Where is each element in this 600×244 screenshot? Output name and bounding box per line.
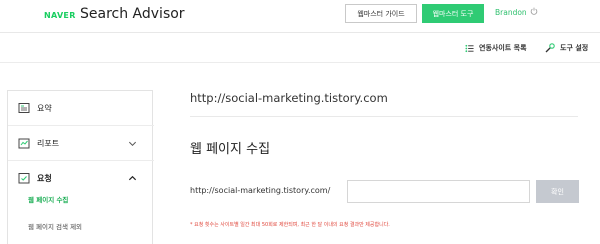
report-icon — [18, 138, 30, 149]
sidebar-item-request[interactable]: 요청 — [8, 161, 154, 196]
chevron-down-icon — [128, 141, 137, 147]
divider — [190, 116, 578, 117]
page-title: 웹 페이지 수집 — [190, 142, 271, 157]
site-url-title: http://social-marketing.tistory.com — [190, 91, 388, 105]
confirm-button[interactable]: 확인 — [536, 180, 579, 203]
sidebar-subitem-web-page-collect[interactable]: 웹 페이지 수집 — [28, 194, 68, 204]
sidebar-item-report[interactable]: 리포트 — [8, 126, 154, 161]
brand-title[interactable]: Search Advisor — [80, 6, 185, 22]
naver-logo[interactable]: NAVER — [44, 11, 76, 20]
main-content: http://social-marketing.tistory.com 웹 페이… — [190, 0, 600, 244]
sidebar-item-label: 요청 — [37, 174, 52, 183]
notice-text: * 요청 횟수는 사이트별 일간 최대 50회로 제한되며, 최근 한 달 이내… — [190, 222, 390, 228]
sidebar-item-summary[interactable]: 요약 — [8, 91, 154, 126]
sidebar: 요약 리포트 요청 웹 페이지 수집 웹 페이지 검색 제외 — [7, 90, 154, 244]
chevron-up-icon — [128, 175, 137, 181]
request-icon — [18, 173, 30, 184]
url-prefix-label: http://social-marketing.tistory.com/ — [190, 186, 331, 195]
sidebar-item-label: 요약 — [37, 104, 52, 113]
sidebar-subitem-web-page-exclude[interactable]: 웹 페이지 검색 제외 — [28, 221, 82, 231]
sidebar-item-label: 리포트 — [37, 139, 60, 148]
url-path-input[interactable] — [347, 180, 530, 203]
summary-icon — [18, 103, 30, 113]
